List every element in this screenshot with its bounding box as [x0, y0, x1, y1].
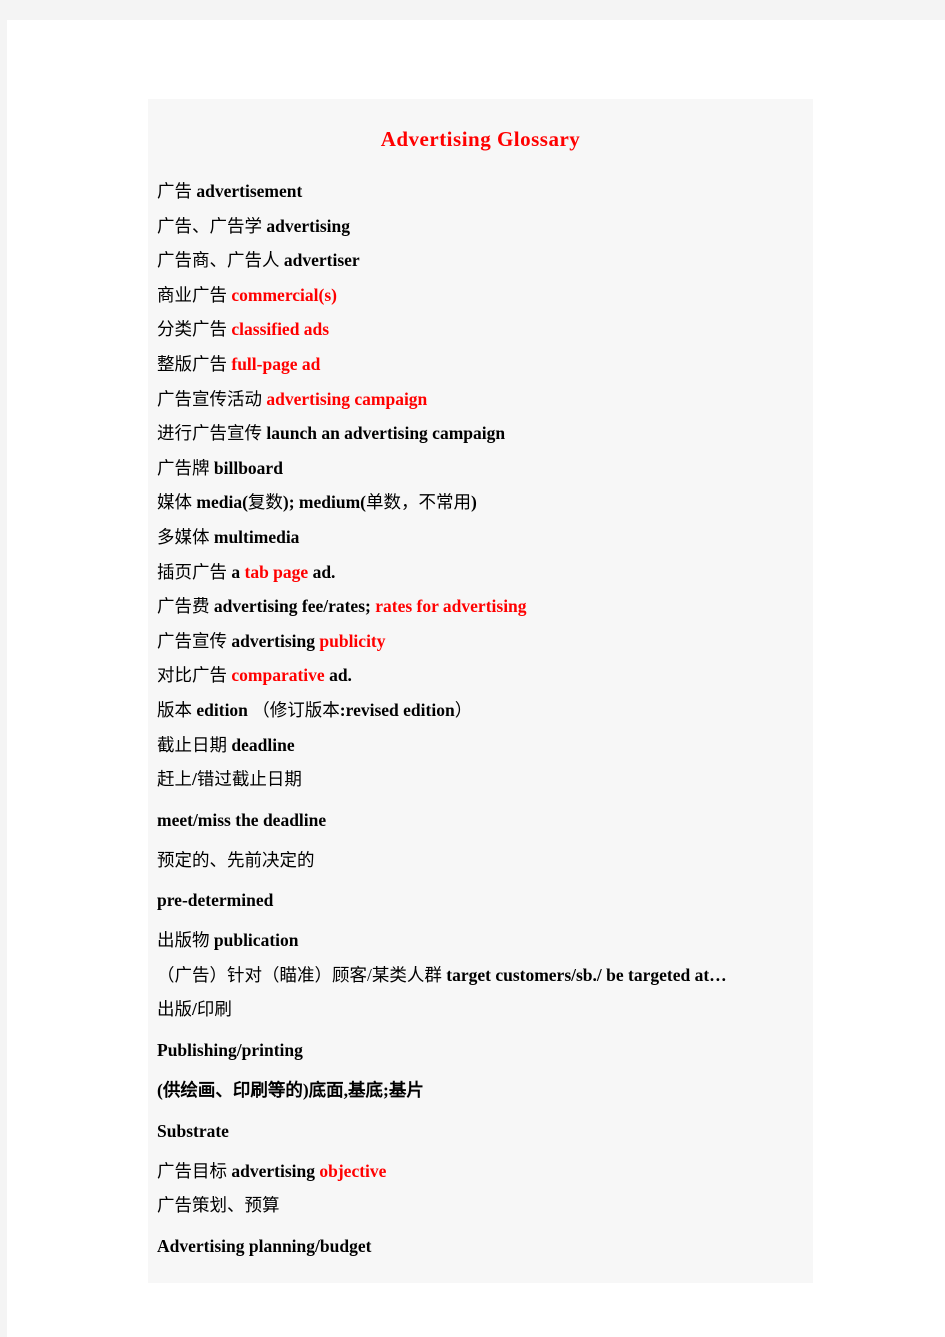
glossary-content-block: Advertising Glossary 广告 advertisement 广告、…: [148, 99, 813, 1283]
entry-text-segment: :revised edition: [339, 699, 455, 720]
glossary-entry: 广告商、广告人 advertiser: [148, 243, 813, 278]
entry-text-segment: 插页广告: [157, 561, 232, 582]
glossary-entry: 媒体 media(复数); medium(单数，不常用): [148, 485, 813, 520]
entry-text-segment: 广告: [157, 181, 197, 201]
glossary-entry: 广告费 advertising fee/rates; rates for adv…: [148, 589, 813, 624]
entry-text-segment: multimedia: [213, 526, 300, 547]
glossary-entry: 进行广告宣传 launch an advertising campaign: [148, 416, 813, 451]
entry-text-segment: ad.: [324, 665, 352, 686]
entry-text-segment: advertising fee/rates;: [213, 596, 376, 617]
glossary-entry: 插页广告 a tab page ad.: [148, 555, 813, 590]
entry-text-segment: 预定的、先前决定的: [157, 849, 315, 870]
entry-text-segment: 单数，不常用: [366, 492, 472, 513]
glossary-entry: Advertising planning/budget: [148, 1223, 813, 1269]
glossary-entry: 对比广告 comparative ad.: [148, 658, 813, 693]
glossary-entry-list: 广告 advertisement 广告、广告学 advertising 广告商、广告…: [148, 174, 813, 1269]
glossary-entry: 广告、广告学 advertising: [148, 209, 813, 244]
entry-text-segment: publicity: [319, 630, 386, 651]
entry-text-segment: 广告宣传: [157, 630, 232, 651]
entry-text-segment: 广告策划、预算: [157, 1195, 280, 1216]
entry-text-segment: 出版物: [157, 930, 214, 951]
entry-text-segment: deadline: [231, 734, 295, 755]
entry-text-segment: classified ads: [231, 319, 330, 340]
entry-text-segment: ): [471, 492, 477, 513]
glossary-entry: Publishing/printing: [148, 1027, 813, 1073]
glossary-entry: meet/miss the deadline: [148, 797, 813, 843]
glossary-entry: 广告策划、预算: [148, 1188, 813, 1223]
entry-text-segment: objective: [319, 1160, 387, 1181]
entry-text-segment: 媒体: [157, 492, 197, 513]
glossary-entry: 分类广告 classified ads: [148, 312, 813, 347]
entry-text-segment: ); medium(: [282, 492, 367, 513]
entry-text-segment: media(: [196, 492, 248, 513]
entry-text-segment: （广告）针对（瞄准）顾客/某类人群: [157, 964, 447, 985]
entry-text-segment: ）: [454, 699, 473, 720]
entry-text-segment: advertisement: [196, 181, 303, 201]
entry-text-segment: Substrate: [157, 1120, 229, 1141]
glossary-entry: 版本 edition （修订版本:revised edition）: [148, 693, 813, 728]
entry-text-segment: tab page: [244, 561, 309, 582]
entry-text-segment: publication: [213, 930, 299, 951]
document-page: Advertising Glossary 广告 advertisement 广告、…: [7, 20, 945, 1337]
entry-text-segment: 错过截止日期: [196, 769, 302, 790]
entry-text-segment: a: [231, 561, 245, 582]
entry-text-segment: 印刷: [196, 999, 232, 1020]
entry-text-segment: ad.: [308, 561, 336, 582]
entry-text-segment: 广告费: [157, 596, 214, 617]
entry-text-segment: 多媒体: [157, 526, 214, 547]
entry-text-segment: 截止日期: [157, 734, 232, 755]
entry-text-segment: launch an advertising campaign: [266, 423, 506, 444]
entry-text-segment: (供绘画、印刷等的)底面,基底;基片: [157, 1080, 424, 1101]
entry-text-segment: 广告商、广告人: [157, 250, 284, 271]
glossary-entry: pre-determined: [148, 877, 813, 923]
entry-text-segment: advertising: [231, 630, 320, 651]
entry-text-segment: 广告目标: [157, 1160, 232, 1181]
entry-text-segment: Advertising planning/budget: [157, 1235, 372, 1256]
entry-text-segment: pre-determined: [157, 890, 274, 911]
entry-text-segment: Publishing/printing: [157, 1040, 303, 1061]
entry-text-segment: meet/miss the deadline: [157, 809, 327, 830]
entry-text-segment: rates for advertising: [375, 596, 527, 617]
entry-text-segment: edition: [196, 699, 248, 720]
entry-text-segment: 整版广告: [157, 353, 232, 374]
glossary-entry: 赶上/错过截止日期: [148, 762, 813, 797]
glossary-entry: 出版物 publication: [148, 923, 813, 958]
entry-text-segment: advertising campaign: [266, 388, 428, 409]
entry-text-segment: 进行广告宣传: [157, 423, 267, 444]
entry-text-segment: billboard: [213, 457, 283, 478]
entry-text-segment: comparative: [231, 665, 325, 686]
glossary-entry: 出版/印刷: [148, 992, 813, 1027]
entry-text-segment: advertising: [266, 215, 350, 236]
entry-text-segment: 对比广告: [157, 665, 232, 686]
glossary-entry: （广告）针对（瞄准）顾客/某类人群 target customers/sb./ …: [148, 958, 813, 993]
entry-text-segment: 版本: [157, 699, 197, 720]
glossary-entry: 整版广告 full-page ad: [148, 347, 813, 382]
entry-text-segment: 广告宣传活动: [157, 388, 267, 409]
entry-text-segment: 广告牌: [157, 457, 214, 478]
entry-text-segment: advertiser: [283, 250, 360, 271]
entry-text-segment: （修订版本: [247, 699, 340, 720]
entry-text-segment: 商业广告: [157, 284, 232, 305]
glossary-entry: 广告宣传 advertising publicity: [148, 624, 813, 659]
entry-text-segment: 复数: [247, 492, 283, 513]
entry-text-segment: 赶上: [157, 769, 192, 790]
glossary-entry: 广告宣传活动 advertising campaign: [148, 382, 813, 417]
entry-text-segment: 出版: [157, 999, 192, 1020]
glossary-entry: 预定的、先前决定的: [148, 843, 813, 878]
page-title: Advertising Glossary: [380, 127, 581, 151]
glossary-entry: 广告牌 billboard: [148, 451, 813, 486]
glossary-entry: 广告目标 advertising objective: [148, 1154, 813, 1189]
glossary-entry: (供绘画、印刷等的)底面,基底;基片: [148, 1073, 813, 1108]
entry-text-segment: 分类广告: [157, 319, 232, 340]
glossary-entry: 广告 advertisement: [148, 174, 813, 209]
entry-text-segment: 广告、广告学: [157, 215, 267, 236]
glossary-entry: 多媒体 multimedia: [148, 520, 813, 555]
glossary-entry: 截止日期 deadline: [148, 728, 813, 763]
entry-text-segment: advertising: [231, 1160, 320, 1181]
entry-text-segment: commercial(s): [231, 284, 337, 305]
entry-text-segment: target customers/sb./ be targeted at…: [446, 964, 727, 985]
glossary-entry: Substrate: [148, 1108, 813, 1154]
entry-text-segment: full-page ad: [231, 353, 321, 374]
glossary-entry: 商业广告 commercial(s): [148, 278, 813, 313]
